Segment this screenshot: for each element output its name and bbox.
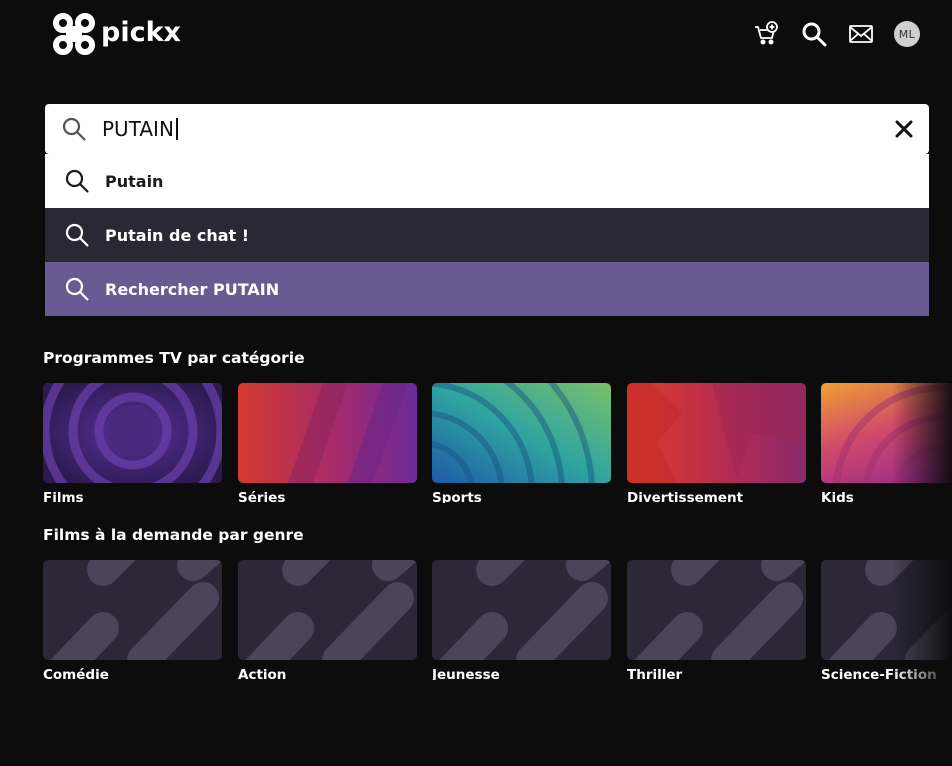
- cart-add-button[interactable]: [753, 20, 781, 48]
- genre-card-comedie[interactable]: Comédie: [43, 560, 222, 680]
- category-label: Kids: [821, 490, 854, 503]
- genre-label: Thriller: [627, 667, 683, 680]
- genre-label: Science-Fiction: [821, 667, 937, 680]
- genre-card-science-fiction[interactable]: Science-Fiction: [821, 560, 952, 680]
- genre-label: Comédie: [43, 667, 109, 680]
- cart-add-icon: [755, 21, 778, 45]
- suggestion-label: Rechercher PUTAIN: [105, 279, 280, 299]
- category-label: Séries: [238, 490, 286, 503]
- category-card-sports[interactable]: Sports: [432, 383, 611, 503]
- category-card-series[interactable]: Séries: [238, 383, 417, 503]
- category-card-films[interactable]: Films: [43, 383, 222, 503]
- genre-thumbnail: [432, 560, 611, 660]
- category-label: Divertissement: [627, 490, 744, 503]
- pickx-logo-icon: [53, 13, 95, 55]
- tv-category-title: Programmes TV par catégorie: [43, 349, 305, 367]
- genre-thumbnail: [43, 560, 222, 660]
- category-card-kids[interactable]: Kids: [821, 383, 952, 503]
- suggestion-item[interactable]: Putain de chat !: [45, 208, 929, 262]
- category-label: Sports: [432, 490, 482, 503]
- vod-genre-row: Comédie Action Jeunesse Thriller Science…: [43, 560, 952, 680]
- search-icon: [65, 169, 89, 193]
- category-label: Films: [43, 490, 84, 503]
- header-actions: ML: [734, 20, 920, 48]
- genre-thumbnail: [821, 560, 952, 660]
- messages-button[interactable]: [847, 20, 875, 48]
- search-suggestions: Putain Putain de chat ! Rechercher PUTAI…: [45, 154, 929, 316]
- tv-category-row: Films Séries Sports Divertissement Kids: [43, 383, 952, 503]
- pickx-logo[interactable]: pickx: [50, 10, 181, 58]
- avatar[interactable]: ML: [894, 21, 920, 47]
- mail-icon: [849, 25, 873, 43]
- kids-thumbnail: [821, 383, 952, 483]
- search-icon: [65, 277, 89, 301]
- genre-card-action[interactable]: Action: [238, 560, 417, 680]
- suggestion-label: Putain de chat !: [105, 225, 250, 245]
- suggestion-label: Putain: [105, 171, 164, 191]
- genre-label: Action: [238, 667, 287, 680]
- vod-genre-title: Films à la demande par genre: [43, 526, 304, 544]
- genre-thumbnail: [238, 560, 417, 660]
- search-icon: [62, 117, 86, 141]
- genre-label: Jeunesse: [432, 667, 500, 680]
- divertissement-thumbnail: [627, 383, 806, 483]
- genre-card-thriller[interactable]: Thriller: [627, 560, 806, 680]
- text-caret: [176, 118, 178, 140]
- category-card-divertissement[interactable]: Divertissement: [627, 383, 806, 503]
- sports-thumbnail: [432, 383, 611, 483]
- logo-text: pickx: [101, 16, 181, 48]
- search-input[interactable]: [102, 114, 862, 144]
- close-icon[interactable]: [893, 118, 915, 140]
- search-icon: [65, 223, 89, 247]
- search-icon: [802, 22, 827, 47]
- header-search-button[interactable]: [800, 20, 828, 48]
- series-thumbnail: [238, 383, 417, 483]
- genre-thumbnail: [627, 560, 806, 660]
- films-thumbnail: [43, 383, 222, 483]
- suggestion-item[interactable]: Putain: [45, 154, 929, 208]
- suggestion-search-all[interactable]: Rechercher PUTAIN: [45, 262, 929, 316]
- genre-card-jeunesse[interactable]: Jeunesse: [432, 560, 611, 680]
